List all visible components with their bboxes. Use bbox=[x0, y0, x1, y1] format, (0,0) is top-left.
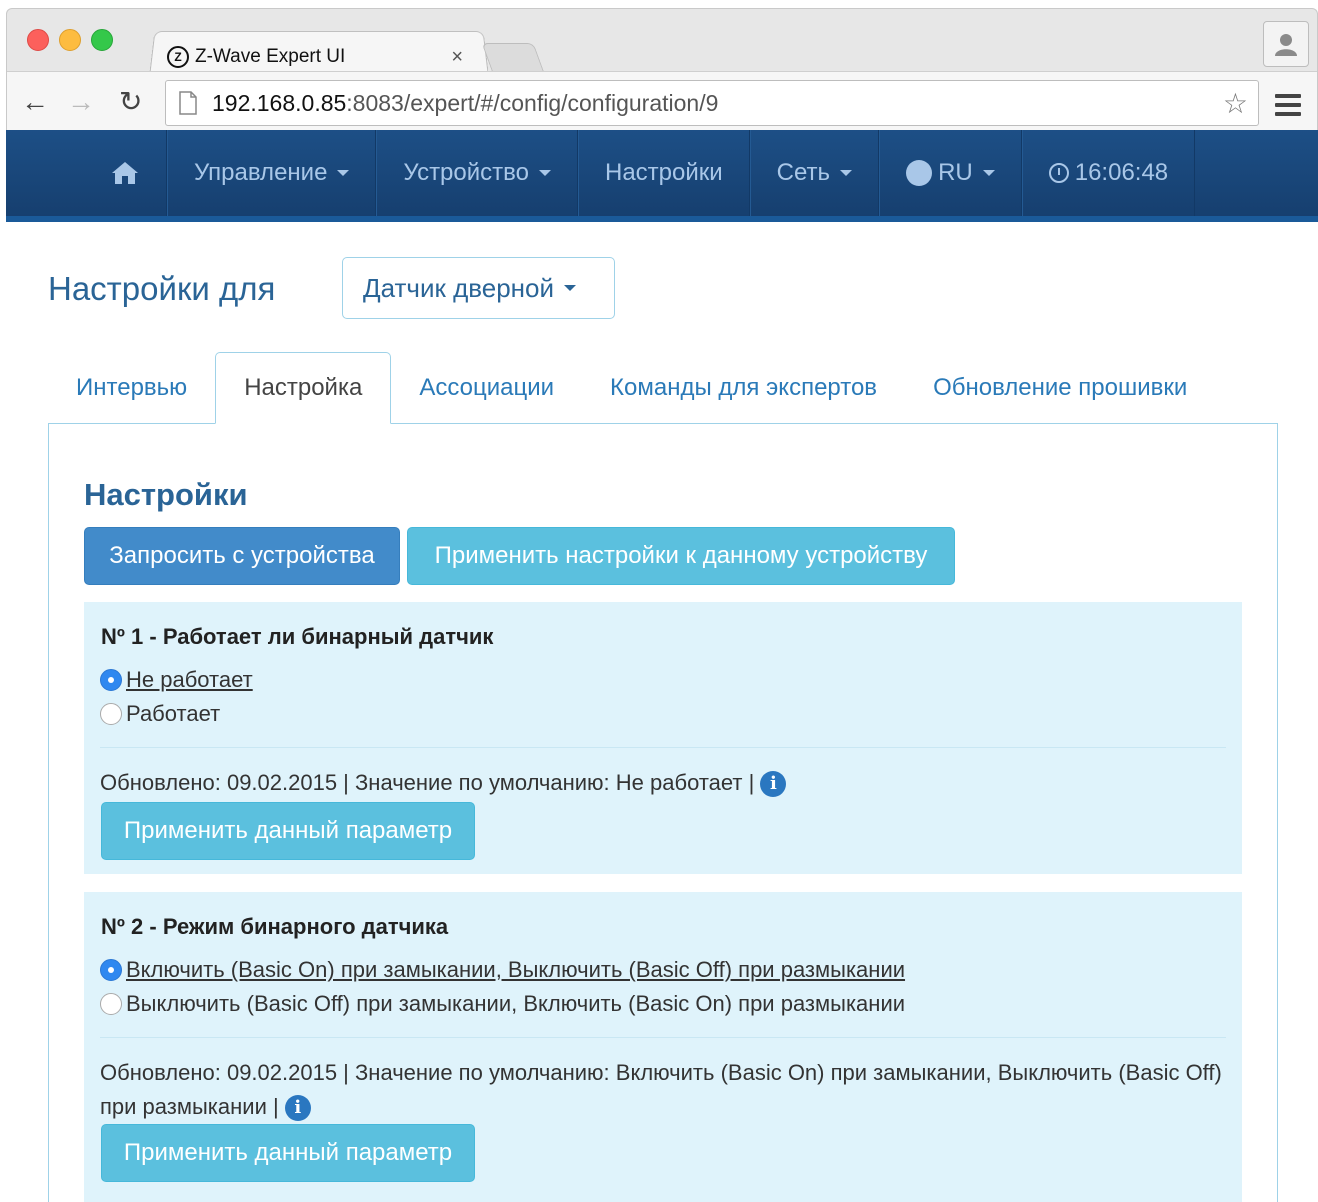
info-icon[interactable]: i bbox=[284, 1095, 311, 1122]
caret-down-icon bbox=[337, 170, 350, 176]
radio-checked[interactable] bbox=[100, 669, 122, 691]
nav-home[interactable] bbox=[84, 130, 167, 216]
caret-down-icon bbox=[982, 170, 995, 176]
param-meta-text: Обновлено: 09.02.2015 | Значение по умол… bbox=[100, 1060, 1222, 1119]
tab-expert-commands[interactable]: Команды для экспертов bbox=[582, 352, 905, 424]
caret-down-icon bbox=[538, 170, 551, 176]
browser-toolbar: ← → ↻ 192.168.0.85 :8083/expert/#/config… bbox=[7, 71, 1317, 131]
nav-clock: 16:06:48 bbox=[1021, 130, 1196, 216]
url-path: :8083/expert/#/config/configuration/9 bbox=[346, 89, 719, 116]
apply-all-settings-button[interactable]: Применить настройки к данному устройству bbox=[407, 527, 955, 585]
tab-label: Ассоциации bbox=[419, 374, 555, 401]
profile-button[interactable] bbox=[1263, 21, 1309, 67]
section-title: Настройки bbox=[84, 477, 248, 512]
param-card: Nº 2 - Режим бинарного датчика Включить … bbox=[84, 892, 1242, 1202]
caret-down-icon bbox=[840, 170, 853, 176]
browser-tab-title: Z-Wave Expert UI bbox=[195, 46, 346, 67]
device-selector-dropdown[interactable]: Датчик дверной bbox=[342, 257, 615, 319]
radio-option[interactable]: Работает bbox=[100, 701, 220, 727]
tab-configuration[interactable]: Настройка bbox=[215, 352, 392, 424]
forward-arrow-icon[interactable]: → bbox=[67, 88, 95, 116]
radio-option[interactable]: Включить (Basic On) при замыкании, Выклю… bbox=[100, 957, 905, 983]
nav-settings[interactable]: Настройки bbox=[577, 130, 750, 216]
divider bbox=[100, 1037, 1226, 1038]
nav-network[interactable]: Сеть bbox=[749, 130, 880, 216]
app-navbar: Управление Устройство Настройки Сеть RU … bbox=[6, 130, 1318, 222]
nav-device-label: Устройство bbox=[403, 159, 529, 186]
nav-language[interactable]: RU bbox=[879, 130, 1022, 216]
param-meta: Обновлено: 09.02.2015 | Значение по умол… bbox=[100, 766, 1226, 800]
page-title: Настройки для bbox=[48, 270, 276, 307]
apply-param-button[interactable]: Применить данный параметр bbox=[101, 1124, 475, 1182]
tabs: Интервью Настройка Ассоциации Команды дл… bbox=[48, 352, 1215, 424]
radio-label: Не работает bbox=[126, 667, 253, 692]
nav-control-label: Управление bbox=[194, 159, 328, 186]
tab-label: Обновление прошивки bbox=[933, 374, 1188, 401]
radio-label: Включить (Basic On) при замыкании, Выклю… bbox=[126, 957, 906, 982]
clock-icon bbox=[1048, 163, 1069, 183]
radio-option[interactable]: Не работает bbox=[100, 667, 253, 693]
request-from-device-button[interactable]: Запросить с устройства bbox=[84, 527, 400, 585]
nav-language-label: RU bbox=[938, 159, 973, 186]
param-meta-text: Обновлено: 09.02.2015 | Значение по умол… bbox=[100, 770, 755, 795]
radio-checked[interactable] bbox=[100, 959, 122, 981]
browser-window: Z Z-Wave Expert UI × ← → ↻ 192.168.0.85 … bbox=[6, 8, 1318, 131]
maximize-window-button[interactable] bbox=[91, 29, 113, 51]
caret-down-icon bbox=[564, 285, 577, 291]
radio-label: Работает bbox=[126, 701, 221, 726]
radio-label: Выключить (Basic Off) при замыкании, Вкл… bbox=[126, 991, 906, 1016]
address-bar[interactable]: 192.168.0.85 :8083/expert/#/config/confi… bbox=[165, 80, 1259, 126]
globe-icon bbox=[906, 160, 933, 186]
radio-unchecked[interactable] bbox=[100, 993, 122, 1015]
nav-control[interactable]: Управление bbox=[167, 130, 377, 216]
user-icon bbox=[1275, 34, 1297, 56]
nav-list: Управление Устройство Настройки Сеть RU … bbox=[84, 130, 1196, 216]
browser-menu-icon[interactable] bbox=[1275, 94, 1301, 121]
nav-time: 16:06:48 bbox=[1074, 159, 1169, 186]
minimize-window-button[interactable] bbox=[59, 29, 81, 51]
browser-tab[interactable]: Z Z-Wave Expert UI × bbox=[167, 41, 477, 73]
divider bbox=[100, 747, 1226, 748]
window-controls bbox=[27, 29, 113, 51]
param-title: Nº 2 - Режим бинарного датчика bbox=[101, 914, 449, 939]
apply-param-button[interactable]: Применить данный параметр bbox=[101, 802, 475, 860]
radio-unchecked[interactable] bbox=[100, 703, 122, 725]
nav-network-label: Сеть bbox=[776, 159, 831, 186]
reload-icon[interactable]: ↻ bbox=[119, 88, 142, 116]
close-window-button[interactable] bbox=[27, 29, 49, 51]
tab-label: Настройка bbox=[244, 374, 363, 401]
zwave-favicon-icon: Z bbox=[167, 46, 189, 68]
nav-device[interactable]: Устройство bbox=[376, 130, 578, 216]
bookmark-star-icon[interactable]: ☆ bbox=[1223, 87, 1248, 120]
info-icon[interactable]: i bbox=[760, 771, 787, 798]
param-meta: Обновлено: 09.02.2015 | Значение по умол… bbox=[100, 1056, 1226, 1124]
tab-close-icon[interactable]: × bbox=[451, 46, 463, 69]
nav-settings-label: Настройки bbox=[604, 159, 723, 186]
device-selector-label: Датчик дверной bbox=[363, 272, 555, 303]
home-icon bbox=[112, 162, 138, 184]
tab-interview[interactable]: Интервью bbox=[48, 352, 215, 424]
tab-label: Команды для экспертов bbox=[610, 374, 878, 401]
back-arrow-icon[interactable]: ← bbox=[21, 88, 49, 116]
radio-option[interactable]: Выключить (Basic Off) при замыкании, Вкл… bbox=[100, 991, 905, 1017]
tab-label: Интервью bbox=[76, 374, 188, 401]
tab-associations[interactable]: Ассоциации bbox=[391, 352, 582, 424]
url-host: 192.168.0.85 bbox=[212, 89, 347, 116]
param-title: Nº 1 - Работает ли бинарный датчик bbox=[101, 624, 494, 649]
new-tab-button[interactable] bbox=[481, 43, 545, 73]
param-card: Nº 1 - Работает ли бинарный датчик Не ра… bbox=[84, 602, 1242, 874]
page-icon bbox=[179, 91, 197, 115]
tab-firmware-update[interactable]: Обновление прошивки bbox=[905, 352, 1215, 424]
